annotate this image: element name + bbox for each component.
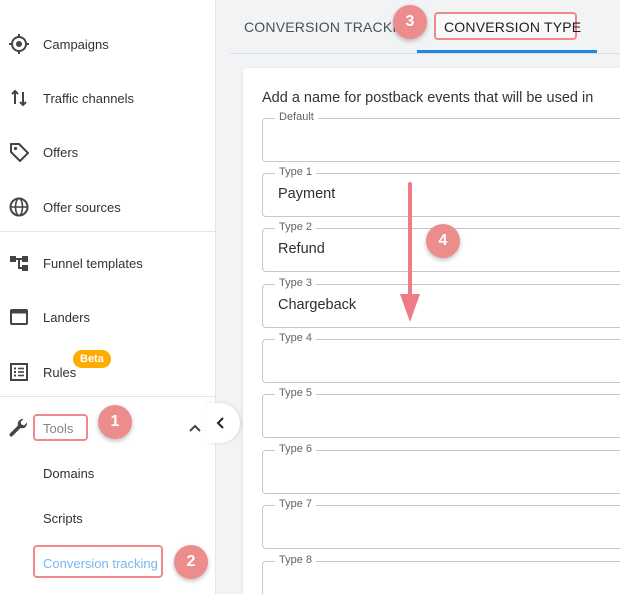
sidebar-item-label: Funnel templates (43, 255, 143, 271)
sidebar-divider (0, 231, 216, 232)
wrench-icon (5, 415, 31, 441)
field-label: Type 5 (275, 387, 317, 399)
field-type-5[interactable]: Type 5 (262, 387, 620, 438)
highlight-conversion-tracking (33, 545, 163, 578)
beta-badge: Beta (73, 350, 111, 368)
sidebar-item-label: Rules (43, 364, 77, 380)
field-type-8[interactable]: Type 8 (262, 554, 620, 594)
globe-icon (6, 194, 32, 220)
annotation-badge-3: 3 (393, 5, 427, 39)
sidebar-item-label: Offers (43, 144, 79, 160)
field-label: Type 4 (275, 332, 317, 344)
field-label: Type 3 (275, 277, 317, 289)
intro-text: Add a name for postback events that will… (262, 90, 594, 106)
field-value: Refund (278, 241, 325, 257)
sidebar-item-traffic-channels[interactable]: Traffic channels (0, 78, 216, 118)
annotation-arrow-down (400, 182, 420, 322)
arrows-updown-icon (6, 85, 32, 111)
sidebar-item-label: Landers (43, 309, 90, 325)
field-label: Type 7 (275, 498, 317, 510)
field-type-6[interactable]: Type 6 (262, 443, 620, 494)
chevron-up-icon[interactable] (187, 420, 203, 436)
field-value: Chargeback (278, 297, 357, 313)
window-icon (6, 304, 32, 330)
list-icon (6, 359, 32, 385)
field-type-1[interactable]: Type 1 Payment (262, 166, 620, 217)
tools-sub-scripts[interactable]: Scripts (43, 511, 83, 526)
field-type-3[interactable]: Type 3 Chargeback (262, 277, 620, 328)
field-type-4[interactable]: Type 4 (262, 332, 620, 383)
sidebar-item-funnel-templates[interactable]: Funnel templates (0, 243, 216, 283)
annotation-badge-2: 2 (174, 545, 208, 579)
target-icon (6, 31, 32, 57)
field-label: Type 2 (275, 221, 317, 233)
sidebar-item-label: Offer sources (43, 199, 121, 215)
field-type-7[interactable]: Type 7 (262, 498, 620, 549)
annotation-badge-1: 1 (98, 405, 132, 439)
tools-sub-domains[interactable]: Domains (43, 466, 94, 481)
sidebar-item-landers[interactable]: Landers (0, 297, 216, 337)
chevron-left-icon (214, 416, 228, 430)
field-label: Default (275, 111, 318, 123)
active-tab-indicator (417, 50, 597, 53)
sidebar-item-label: Campaigns (43, 36, 109, 52)
field-value: Payment (278, 186, 336, 202)
sidebar-item-offer-sources[interactable]: Offer sources (0, 187, 216, 227)
field-label: Type 1 (275, 166, 317, 178)
tab-conversion-tracking[interactable]: CONVERSION TRACKING (244, 19, 418, 35)
sidebar: Campaigns Traffic channels Offers Offer … (0, 0, 216, 594)
tab-conversion-type[interactable]: CONVERSION TYPE (444, 19, 581, 35)
field-default[interactable]: Default (262, 111, 620, 162)
field-label: Type 6 (275, 443, 317, 455)
highlight-tools (33, 414, 88, 441)
sidebar-collapse-button[interactable] (206, 403, 240, 443)
annotation-badge-4: 4 (426, 224, 460, 258)
field-label: Type 8 (275, 554, 317, 566)
sidebar-item-campaigns[interactable]: Campaigns (0, 24, 216, 64)
sidebar-divider (0, 396, 216, 397)
flow-icon (6, 250, 32, 276)
sidebar-item-offers[interactable]: Offers (0, 132, 216, 172)
tag-icon (6, 139, 32, 165)
sidebar-item-label: Traffic channels (43, 90, 135, 106)
